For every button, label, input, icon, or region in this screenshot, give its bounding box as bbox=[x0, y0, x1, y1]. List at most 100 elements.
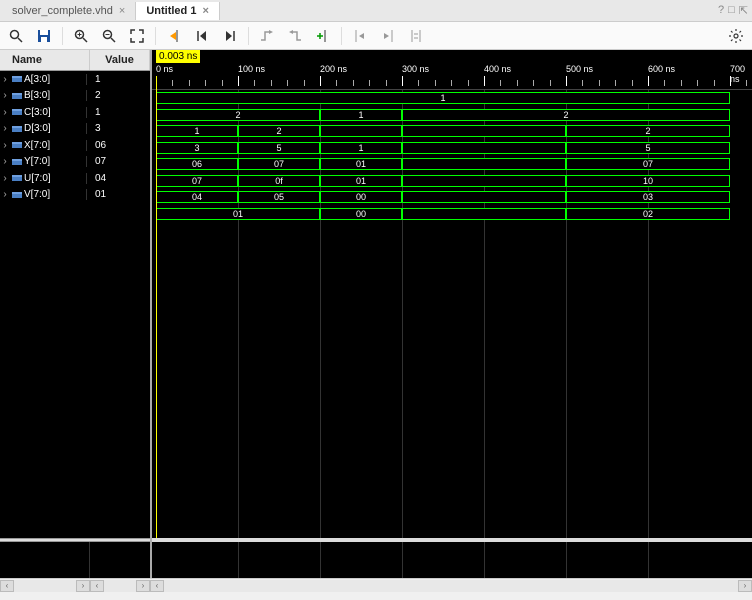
signal-row[interactable]: › B[3:0] 2 bbox=[0, 88, 150, 105]
maximize-icon[interactable]: □ bbox=[728, 4, 735, 17]
expand-icon[interactable]: › bbox=[0, 74, 10, 85]
signal-row[interactable]: › D[3:0] 3 bbox=[0, 121, 150, 138]
time-ruler[interactable]: 0 ns100 ns200 ns300 ns400 ns500 ns600 ns… bbox=[152, 64, 752, 90]
wave-segment: 3 bbox=[156, 142, 238, 154]
bus-icon bbox=[10, 157, 24, 167]
wave-segment bbox=[402, 125, 566, 137]
gridline bbox=[238, 542, 239, 578]
scroll-right-icon[interactable]: › bbox=[738, 580, 752, 592]
settings-icon[interactable] bbox=[724, 24, 748, 48]
scroll-left-icon[interactable]: ‹ bbox=[0, 580, 14, 592]
column-header-value[interactable]: Value bbox=[90, 50, 150, 70]
close-icon[interactable]: × bbox=[202, 5, 208, 17]
waveform-area[interactable]: 1212122351506070107070f01100405000301000… bbox=[152, 90, 752, 538]
signal-name: Y[7:0] bbox=[24, 156, 86, 167]
goto-end-icon[interactable] bbox=[218, 24, 242, 48]
next-marker-icon[interactable] bbox=[376, 24, 400, 48]
waveform-row[interactable]: 3515 bbox=[152, 140, 752, 157]
wave-value: 07 bbox=[192, 176, 202, 186]
waveform-row[interactable]: 122 bbox=[152, 123, 752, 140]
wave-segment: 1 bbox=[320, 109, 402, 121]
column-header-name[interactable]: Name bbox=[0, 50, 90, 70]
tab-label: solver_complete.vhd bbox=[12, 5, 113, 17]
wave-value: 1 bbox=[440, 93, 445, 103]
wave-value: 2 bbox=[276, 126, 281, 136]
signal-value: 04 bbox=[86, 173, 150, 184]
wave-value: 01 bbox=[356, 176, 366, 186]
expand-icon[interactable]: › bbox=[0, 173, 10, 184]
add-marker-icon[interactable] bbox=[311, 24, 335, 48]
waveform-bottom bbox=[152, 542, 752, 578]
bus-icon bbox=[10, 107, 24, 117]
signal-value: 3 bbox=[86, 123, 150, 134]
waveform-row[interactable]: 06070107 bbox=[152, 156, 752, 173]
ruler-tick: 300 ns bbox=[402, 64, 429, 74]
gridline bbox=[566, 542, 567, 578]
wave-value: 3 bbox=[194, 143, 199, 153]
zoom-in-icon[interactable] bbox=[69, 24, 93, 48]
wave-segment bbox=[320, 125, 402, 137]
expand-icon[interactable]: › bbox=[0, 189, 10, 200]
scroll-left-icon[interactable]: ‹ bbox=[150, 580, 164, 592]
wave-segment bbox=[402, 142, 566, 154]
zoom-fit-icon[interactable] bbox=[125, 24, 149, 48]
popout-icon[interactable]: ⇱ bbox=[739, 4, 748, 17]
waveform-row[interactable]: 010002 bbox=[152, 206, 752, 223]
waveform-row[interactable]: 04050003 bbox=[152, 189, 752, 206]
signal-name: D[3:0] bbox=[24, 123, 86, 134]
ruler-tick: 700 ns bbox=[730, 64, 752, 84]
scroll-left-icon[interactable]: ‹ bbox=[90, 580, 104, 592]
swap-marker-icon[interactable] bbox=[404, 24, 428, 48]
signal-row[interactable]: › U[7:0] 04 bbox=[0, 170, 150, 187]
signal-name: C[3:0] bbox=[24, 107, 86, 118]
bus-icon bbox=[10, 91, 24, 101]
ruler-tick: 200 ns bbox=[320, 64, 347, 74]
tab-solver[interactable]: solver_complete.vhd × bbox=[2, 2, 136, 20]
goto-start-icon[interactable] bbox=[190, 24, 214, 48]
wave-value: 10 bbox=[643, 176, 653, 186]
ruler-tick: 600 ns bbox=[648, 64, 675, 74]
waveform-row[interactable]: 212 bbox=[152, 107, 752, 124]
signal-value: 06 bbox=[86, 140, 150, 151]
wave-segment: 07 bbox=[156, 175, 238, 187]
signal-row[interactable]: › X[7:0] 06 bbox=[0, 137, 150, 154]
prev-edge-icon[interactable] bbox=[255, 24, 279, 48]
expand-icon[interactable]: › bbox=[0, 140, 10, 151]
help-icon[interactable]: ? bbox=[718, 4, 724, 17]
scroll-right-icon[interactable]: › bbox=[76, 580, 90, 592]
wave-segment: 00 bbox=[320, 191, 402, 203]
wave-segment: 02 bbox=[566, 208, 730, 220]
tab-label: Untitled 1 bbox=[146, 5, 196, 17]
signal-row[interactable]: › V[7:0] 01 bbox=[0, 187, 150, 204]
zoom-out-icon[interactable] bbox=[97, 24, 121, 48]
waveform-row[interactable]: 1 bbox=[152, 90, 752, 107]
signal-row[interactable]: › C[3:0] 1 bbox=[0, 104, 150, 121]
wave-segment: 2 bbox=[566, 125, 730, 137]
goto-cursor-icon[interactable] bbox=[162, 24, 186, 48]
search-icon[interactable] bbox=[4, 24, 28, 48]
signal-name: V[7:0] bbox=[24, 189, 86, 200]
waveform-row[interactable]: 07 0f 01 10 bbox=[152, 173, 752, 190]
signal-row[interactable]: › Y[7:0] 07 bbox=[0, 154, 150, 171]
wave-value: 05 bbox=[274, 192, 284, 202]
expand-icon[interactable]: › bbox=[0, 107, 10, 118]
tab-untitled[interactable]: Untitled 1 × bbox=[136, 2, 220, 20]
cursor-line[interactable] bbox=[156, 76, 157, 538]
wave-segment: 2 bbox=[156, 109, 320, 121]
wave-segment: 0f bbox=[238, 175, 320, 187]
signal-row[interactable]: › A[3:0] 1 bbox=[0, 71, 150, 88]
expand-icon[interactable]: › bbox=[0, 123, 10, 134]
wave-segment: 1 bbox=[320, 142, 402, 154]
save-icon[interactable] bbox=[32, 24, 56, 48]
wave-segment: 1 bbox=[156, 92, 730, 104]
next-edge-icon[interactable] bbox=[283, 24, 307, 48]
scroll-right-icon[interactable]: › bbox=[136, 580, 150, 592]
close-icon[interactable]: × bbox=[119, 5, 125, 17]
prev-marker-icon[interactable] bbox=[348, 24, 372, 48]
expand-icon[interactable]: › bbox=[0, 90, 10, 101]
waveform-panel[interactable]: 0.003 ns 0 ns100 ns200 ns300 ns400 ns500… bbox=[150, 50, 752, 578]
horizontal-scrollbar[interactable]: ‹ › ‹ › ‹ › bbox=[0, 578, 752, 592]
gridline bbox=[402, 542, 403, 578]
expand-icon[interactable]: › bbox=[0, 156, 10, 167]
signal-name: X[7:0] bbox=[24, 140, 86, 151]
